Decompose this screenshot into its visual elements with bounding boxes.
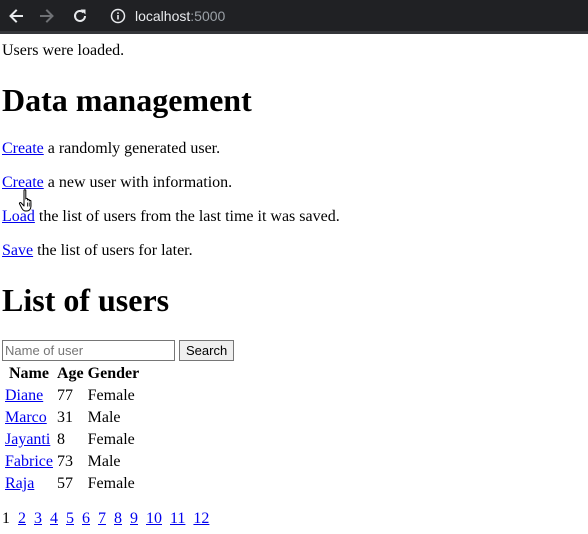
search-form: Search xyxy=(2,340,235,361)
arrow-right-icon xyxy=(40,9,54,23)
reload-button[interactable] xyxy=(68,4,92,28)
page-link[interactable]: 8 xyxy=(114,510,122,527)
user-gender-cell: Female xyxy=(87,387,135,404)
page-link[interactable]: 2 xyxy=(18,510,26,527)
page-link[interactable]: 9 xyxy=(130,510,138,527)
search-input[interactable] xyxy=(2,340,175,361)
url-host: localhost xyxy=(135,7,191,24)
list-of-users-heading: List of users xyxy=(2,282,170,318)
user-name-link[interactable]: Jayanti xyxy=(5,431,50,448)
table-header-row: Name Age Gender xyxy=(4,364,140,384)
load-users-line: Load the list of users from the last tim… xyxy=(2,208,340,226)
table-row: Fabrice 73 Male xyxy=(4,452,140,472)
user-name-cell: Jayanti xyxy=(4,430,54,450)
page-link[interactable]: 11 xyxy=(170,510,185,527)
users-table: Name Age Gender Diane 77 Female Marco 31… xyxy=(2,362,142,496)
user-name-cell: Raja xyxy=(4,474,54,494)
user-name-link[interactable]: Raja xyxy=(5,475,34,492)
pagination: 1 2 3 4 5 6 7 8 9 10 11 12 xyxy=(2,510,213,528)
user-age-cell: 8 xyxy=(56,431,65,448)
data-management-heading: Data management xyxy=(2,82,252,118)
user-gender-cell: Female xyxy=(87,431,135,448)
page-link[interactable]: 3 xyxy=(34,510,42,527)
save-users-text: the list of users for later. xyxy=(33,242,193,259)
page-link[interactable]: 4 xyxy=(50,510,58,527)
load-users-text: the list of users from the last time it … xyxy=(34,208,340,225)
user-name-cell: Fabrice xyxy=(4,452,54,472)
info-icon[interactable] xyxy=(110,8,126,24)
create-random-user-line: Create a randomly generated user. xyxy=(2,140,220,158)
column-header-name: Name xyxy=(9,365,49,382)
table-row: Jayanti 8 Female xyxy=(4,430,140,450)
create-random-user-link[interactable]: Create xyxy=(2,140,44,157)
user-name-link[interactable]: Diane xyxy=(5,387,43,404)
page-link[interactable]: 10 xyxy=(146,510,162,527)
user-gender-cell: Male xyxy=(87,409,121,426)
status-message: Users were loaded. xyxy=(2,42,125,59)
user-age-cell: 77 xyxy=(56,387,73,404)
back-button[interactable] xyxy=(4,4,28,28)
address-bar[interactable]: localhost:5000 xyxy=(104,3,588,28)
user-gender-cell: Female xyxy=(87,475,135,492)
table-row: Raja 57 Female xyxy=(4,474,140,494)
user-name-cell: Diane xyxy=(4,386,54,406)
page-link[interactable]: 5 xyxy=(66,510,74,527)
create-user-with-info-text: a new user with information. xyxy=(43,174,233,191)
reload-icon xyxy=(74,9,86,22)
save-users-line: Save the list of users for later. xyxy=(2,242,193,260)
browser-toolbar: localhost:5000 xyxy=(0,0,588,34)
user-age-cell: 57 xyxy=(56,475,73,492)
user-name-cell: Marco xyxy=(4,408,54,428)
forward-button[interactable] xyxy=(35,4,59,28)
user-name-link[interactable]: Marco xyxy=(5,409,47,426)
save-users-link[interactable]: Save xyxy=(2,242,33,259)
column-header-gender: Gender xyxy=(87,365,140,382)
column-header-age: Age xyxy=(56,365,84,382)
create-random-user-text: a randomly generated user. xyxy=(43,140,221,157)
table-row: Diane 77 Female xyxy=(4,386,140,406)
load-users-link[interactable]: Load xyxy=(2,208,35,225)
create-user-with-info-link[interactable]: Create xyxy=(2,174,44,191)
page-link[interactable]: 6 xyxy=(82,510,90,527)
table-row: Marco 31 Male xyxy=(4,408,140,428)
user-age-cell: 73 xyxy=(56,453,73,470)
page-link[interactable]: 12 xyxy=(193,510,209,527)
user-age-cell: 31 xyxy=(56,409,73,426)
current-page: 1 xyxy=(2,510,10,527)
page-link[interactable]: 7 xyxy=(98,510,106,527)
url-port: :5000 xyxy=(190,7,226,24)
user-gender-cell: Male xyxy=(87,453,121,470)
search-button[interactable]: Search xyxy=(179,340,235,361)
user-name-link[interactable]: Fabrice xyxy=(5,453,53,470)
arrow-left-icon xyxy=(9,9,23,23)
create-user-with-info-line: Create a new user with information. xyxy=(2,174,232,192)
